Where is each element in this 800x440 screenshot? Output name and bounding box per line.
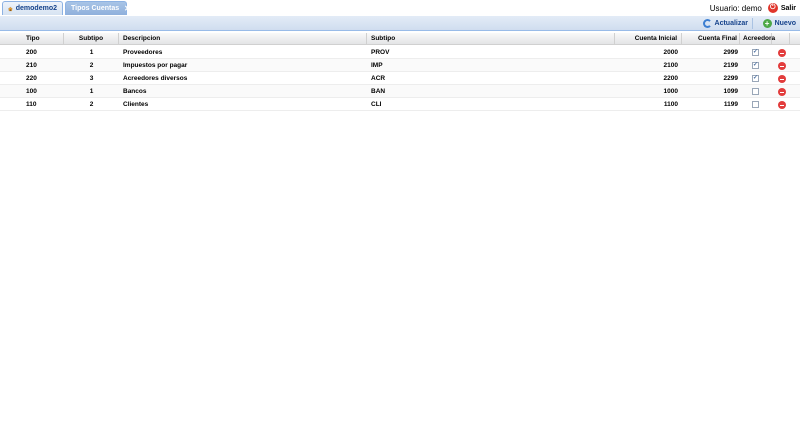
cell-cuenta-inicial: 2200 xyxy=(663,75,678,82)
user-area: Usuario: demo ⏻ Salir xyxy=(710,1,796,15)
column-header-actions xyxy=(772,33,790,44)
acreedora-checkbox[interactable]: ✓ xyxy=(752,49,759,56)
refresh-button[interactable]: Actualizar xyxy=(702,18,748,29)
close-icon[interactable]: ✕ xyxy=(124,4,131,13)
table-row[interactable]: 210 2 Impuestos por pagar IMP 2100 2199 … xyxy=(0,59,800,72)
grid-header: Tipo Subtipo Descripcion Subtipo Cuenta … xyxy=(0,33,800,45)
tab-home[interactable]: demodemo2 xyxy=(2,1,63,15)
column-header-descripcion[interactable]: Descripcion xyxy=(119,33,367,44)
cell-acreedora xyxy=(740,85,772,98)
cell-descripcion: Clientes xyxy=(123,101,149,108)
toolbar: Actualizar + Nuevo xyxy=(0,16,800,31)
cell-tipo: 210 xyxy=(26,62,37,69)
table-row[interactable]: 200 1 Proveedores PROV 2000 2999 ✓ xyxy=(0,46,800,59)
cell-delete xyxy=(772,98,790,111)
cell-subtipo: 3 xyxy=(89,75,94,82)
cell-delete xyxy=(772,72,790,85)
exit-icon[interactable]: ⏻ xyxy=(767,3,778,13)
refresh-label: Actualizar xyxy=(714,20,748,27)
cell-tipo: 220 xyxy=(26,75,37,82)
add-icon: + xyxy=(762,19,772,28)
cell-cuenta-final: 1199 xyxy=(723,101,738,108)
exit-button[interactable]: Salir xyxy=(781,5,796,12)
cell-cuenta-final: 2199 xyxy=(723,62,738,69)
table-row[interactable]: 100 1 Bancos BAN 1000 1099 xyxy=(0,85,800,98)
cell-subtipo: 2 xyxy=(89,101,94,108)
cell-acreedora: ✓ xyxy=(740,72,772,85)
acreedora-checkbox[interactable] xyxy=(752,88,759,95)
cell-tipo: 200 xyxy=(26,49,37,56)
delete-icon[interactable] xyxy=(778,88,786,96)
column-header-acreedora[interactable]: Acreedora xyxy=(740,33,775,44)
cell-descripcion: Acreedores diversos xyxy=(123,75,188,82)
acreedora-checkbox[interactable]: ✓ xyxy=(752,62,759,69)
cell-subtipo-code: IMP xyxy=(371,62,383,69)
cell-cuenta-final: 2999 xyxy=(723,49,738,56)
cell-subtipo: 1 xyxy=(89,88,94,95)
cell-descripcion: Impuestos por pagar xyxy=(123,62,188,69)
tab-tipos-cuentas[interactable]: Tipos Cuentas ✕ xyxy=(65,1,131,15)
table-row[interactable]: 220 3 Acreedores diversos ACR 2200 2299 … xyxy=(0,72,800,85)
table-row[interactable]: 110 2 Clientes CLI 1100 1199 xyxy=(0,98,800,111)
cell-subtipo: 1 xyxy=(89,49,94,56)
acreedora-checkbox[interactable]: ✓ xyxy=(752,75,759,82)
cell-cuenta-final: 2299 xyxy=(723,75,738,82)
cell-acreedora: ✓ xyxy=(740,46,772,59)
cell-subtipo: 2 xyxy=(89,62,94,69)
cell-delete xyxy=(772,46,790,59)
column-header-cuenta-inicial[interactable]: Cuenta Inicial xyxy=(615,33,682,44)
delete-icon[interactable] xyxy=(778,49,786,57)
cell-tipo: 100 xyxy=(26,88,37,95)
cell-delete xyxy=(772,85,790,98)
cell-subtipo-code: CLI xyxy=(371,101,382,108)
column-header-subtipo-code[interactable]: Subtipo xyxy=(367,33,615,44)
column-header-cuenta-final[interactable]: Cuenta Final xyxy=(682,33,740,44)
user-label: Usuario: demo xyxy=(709,3,762,13)
column-header-tipo[interactable]: Tipo xyxy=(0,33,64,44)
cell-tipo: 110 xyxy=(26,101,37,108)
cell-cuenta-inicial: 1000 xyxy=(663,88,678,95)
delete-icon[interactable] xyxy=(778,62,786,70)
refresh-icon xyxy=(702,19,712,28)
tab-home-label: demodemo2 xyxy=(15,5,57,12)
delete-icon[interactable] xyxy=(778,75,786,83)
cell-acreedora: ✓ xyxy=(740,59,772,72)
cell-cuenta-inicial: 1100 xyxy=(663,101,678,108)
acreedora-checkbox[interactable] xyxy=(752,101,759,108)
toolbar-separator xyxy=(752,18,753,29)
tab-tipos-cuentas-label: Tipos Cuentas xyxy=(71,5,120,12)
cell-cuenta-final: 1099 xyxy=(723,88,738,95)
cell-subtipo-code: PROV xyxy=(371,49,390,56)
cell-subtipo-code: ACR xyxy=(371,75,386,82)
cell-descripcion: Bancos xyxy=(123,88,147,95)
cell-delete xyxy=(772,59,790,72)
column-header-subtipo[interactable]: Subtipo xyxy=(64,33,119,44)
cell-cuenta-inicial: 2000 xyxy=(663,49,678,56)
cell-acreedora xyxy=(740,98,772,111)
cell-subtipo-code: BAN xyxy=(371,88,386,95)
cell-descripcion: Proveedores xyxy=(123,49,163,56)
tab-bar: demodemo2 Tipos Cuentas ✕ Usuario: demo … xyxy=(0,0,800,17)
home-icon xyxy=(8,6,13,11)
cell-cuenta-inicial: 2100 xyxy=(663,62,678,69)
new-label: Nuevo xyxy=(774,20,796,27)
new-button[interactable]: + Nuevo xyxy=(762,18,796,29)
delete-icon[interactable] xyxy=(778,101,786,109)
